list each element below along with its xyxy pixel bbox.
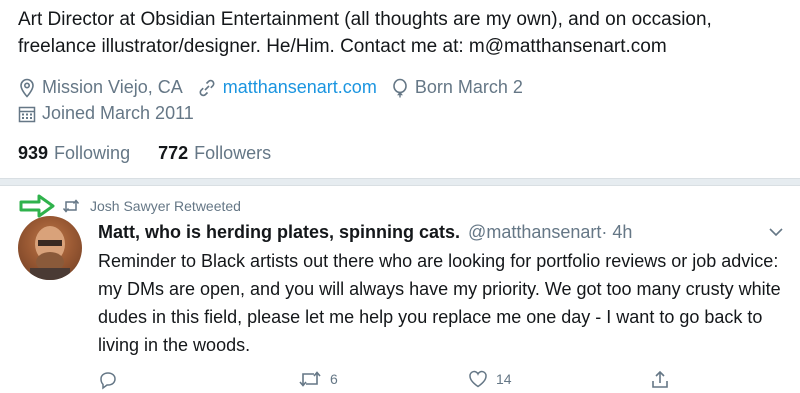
- green-arrow-icon: [19, 194, 55, 218]
- profile-bio: Art Director at Obsidian Entertainment (…: [18, 9, 712, 57]
- reply-icon: [100, 372, 116, 390]
- avatar[interactable]: [18, 216, 82, 280]
- following-link[interactable]: 939 Following: [18, 143, 130, 164]
- tweet-header: Matt, who is herding plates, spinning ca…: [98, 222, 632, 243]
- like-count: 14: [496, 371, 512, 387]
- balloon-icon: [393, 78, 407, 97]
- retweet-icon: [299, 371, 321, 387]
- retweet-context: Josh Sawyer Retweeted: [18, 194, 241, 218]
- retweet-icon: [62, 199, 80, 213]
- retweet-count: 6: [330, 371, 338, 387]
- profile-birthday-text: Born March 2: [414, 77, 523, 97]
- follow-stats: 939 Following 772 Followers: [18, 143, 299, 164]
- tweet-text: Reminder to Black artists out there who …: [98, 251, 781, 355]
- tweet-author-handle[interactable]: @matthansenart: [468, 222, 601, 243]
- profile-website-link[interactable]: matthansenart.com: [223, 77, 377, 98]
- profile-meta-row: Mission Viejo, CA matthansenart.com Born…: [18, 77, 537, 98]
- reply-button[interactable]: [98, 370, 126, 390]
- following-count: 939: [18, 143, 49, 163]
- tweet-timestamp[interactable]: · 4h: [601, 222, 632, 243]
- like-button[interactable]: 14: [468, 370, 512, 388]
- profile-location-text: Mission Viejo, CA: [42, 77, 183, 97]
- retweet-button[interactable]: 6: [298, 370, 338, 388]
- avatar-portrait: [30, 226, 70, 280]
- profile-website[interactable]: matthansenart.com: [197, 77, 377, 98]
- link-icon: [199, 79, 215, 96]
- retweeted-by-text[interactable]: Josh Sawyer Retweeted: [90, 198, 241, 214]
- section-divider: [0, 178, 800, 186]
- share-button[interactable]: [650, 370, 678, 390]
- profile-joined-text: Joined March 2011: [42, 103, 194, 123]
- followers-count: 772: [158, 143, 189, 163]
- profile-joined-row: Joined March 2011: [18, 103, 208, 124]
- heart-icon: [469, 370, 487, 388]
- tweet-actions: 6 14: [98, 370, 688, 392]
- profile-birthday: Born March 2: [391, 77, 523, 98]
- location-pin-icon: [20, 78, 34, 98]
- followers-label: Followers: [194, 143, 272, 163]
- followers-link[interactable]: 772 Followers: [158, 143, 271, 164]
- calendar-icon: [18, 106, 36, 122]
- following-label: Following: [54, 143, 131, 163]
- profile-joined: Joined March 2011: [18, 103, 194, 124]
- chevron-down-icon[interactable]: [768, 226, 784, 238]
- tweet-author-name[interactable]: Matt, who is herding plates, spinning ca…: [98, 222, 460, 243]
- share-icon: [652, 370, 668, 388]
- profile-location: Mission Viejo, CA: [18, 77, 183, 98]
